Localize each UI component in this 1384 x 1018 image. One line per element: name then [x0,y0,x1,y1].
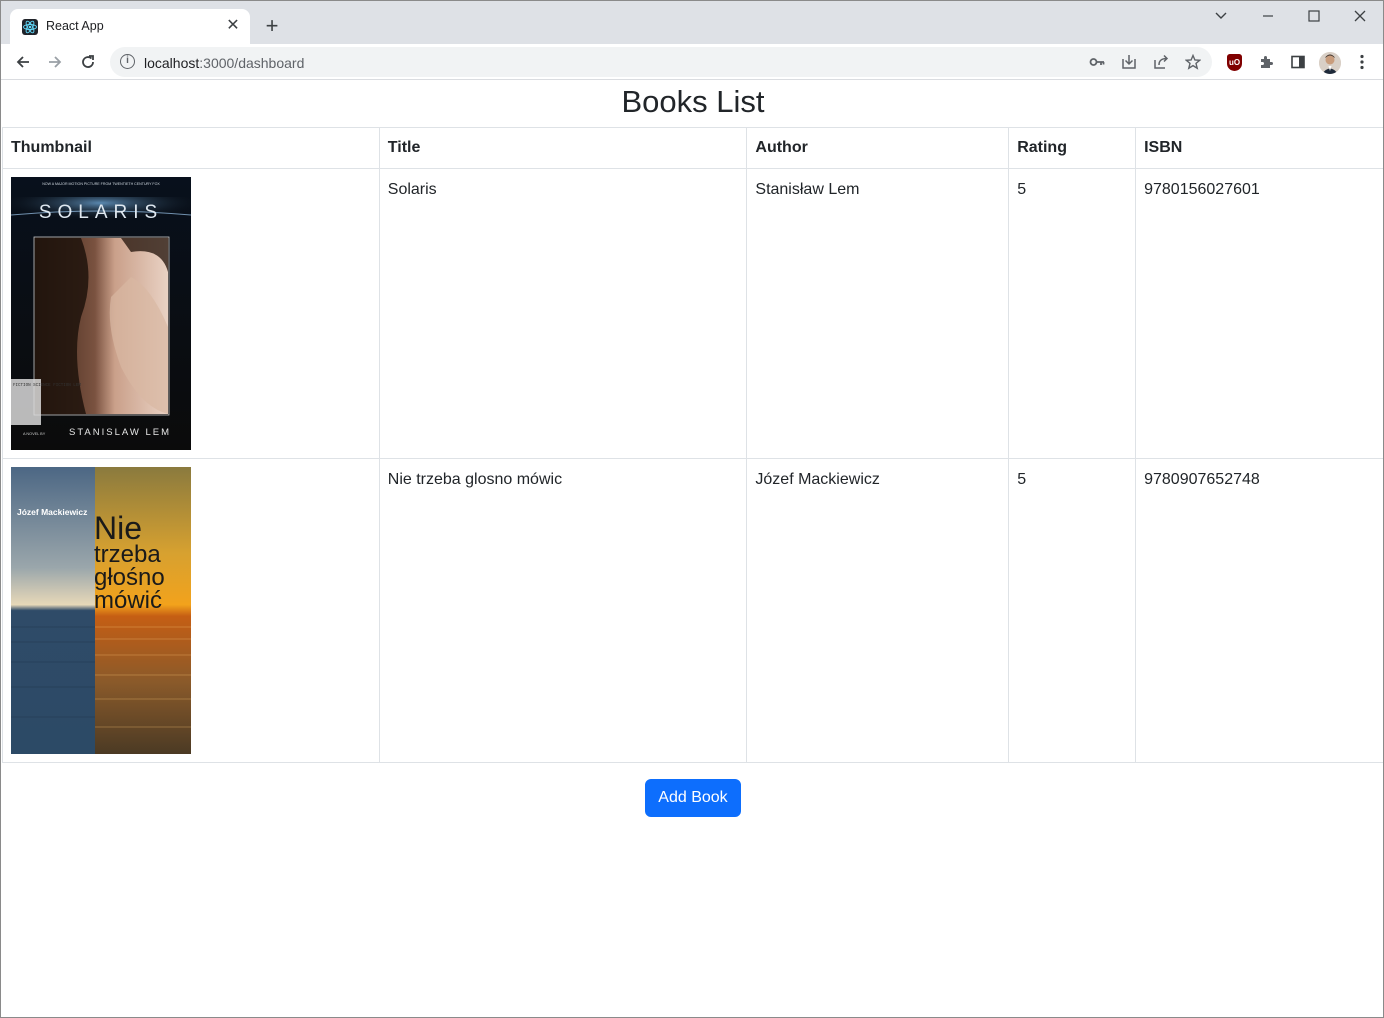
browser-window: React App ✕ + i localhost:3000/dashboard… [0,0,1384,1018]
tab-close-icon[interactable]: ✕ [224,17,242,35]
browser-tab[interactable]: React App ✕ [10,9,250,44]
isbn-cell: 9780907652748 [1135,458,1383,763]
url-host: localhost [144,55,200,71]
isbn-cell: 9780156027601 [1135,168,1383,459]
tab-title: React App [46,19,104,33]
side-panel-icon[interactable] [1286,50,1310,74]
table-row: NOW A MAJOR MOTION PICTURE FROM TWENTIET… [2,168,1383,459]
column-header-author: Author [746,127,1010,169]
react-favicon-icon [22,19,38,35]
url-text[interactable]: localhost:3000/dashboard [144,55,304,71]
cover-line-4: mówić [94,587,162,614]
book-cover-solaris: NOW A MAJOR MOTION PICTURE FROM TWENTIET… [11,177,191,450]
column-header-title: Title [378,127,748,169]
dashboard-page: Books List Thumbnail Title Author Rating… [2,81,1383,1017]
title-cell: Solaris [378,168,748,459]
add-book-button[interactable]: Add Book [645,779,741,817]
install-icon[interactable] [1119,52,1139,72]
thumbnail-cell: Józef Mackiewicz Nie trzeba głośno mówić [2,458,380,763]
book-cover-nie-trzeba: Józef Mackiewicz Nie trzeba głośno mówić [11,467,191,754]
page-title: Books List [621,84,765,119]
cover-library-label: FICTION SCIENCE FICTION LEM [13,384,81,388]
share-icon[interactable] [1151,52,1171,72]
column-header-thumbnail: Thumbnail [2,127,380,169]
rating-cell: 5 [1008,458,1137,763]
cover-top-text: NOW A MAJOR MOTION PICTURE FROM TWENTIET… [42,182,160,186]
close-window-icon[interactable] [1340,5,1380,27]
rating-cell: 5 [1008,168,1137,459]
site-info-icon[interactable]: i [120,54,135,69]
extensions-puzzle-icon[interactable] [1254,50,1278,74]
bookmark-star-icon[interactable] [1183,52,1203,72]
forward-icon[interactable] [43,50,67,74]
menu-kebab-icon[interactable] [1350,50,1374,74]
table-row: Józef Mackiewicz Nie trzeba głośno mówić… [2,458,1383,763]
cover-byline: A NOVEL BY [23,432,46,436]
author-cell: Stanisław Lem [746,168,1010,459]
profile-avatar[interactable] [1319,52,1341,74]
cover-author-nie: Józef Mackiewicz [17,507,87,517]
maximize-icon[interactable] [1294,5,1334,27]
url-path: :3000/dashboard [199,55,305,71]
key-icon[interactable] [1087,52,1107,72]
thumbnail-cell: NOW A MAJOR MOTION PICTURE FROM TWENTIET… [2,168,380,459]
author-cell: Józef Mackiewicz [746,458,1010,763]
tab-search-icon[interactable] [1201,5,1241,27]
title-cell: Nie trzeba glosno mówic [378,458,748,763]
reload-icon[interactable] [76,50,100,74]
browser-toolbar: i localhost:3000/dashboard uO [1,44,1383,80]
ublock-origin-icon[interactable]: uO [1227,54,1242,71]
tab-strip: React App ✕ + [1,1,1383,44]
back-icon[interactable] [11,50,35,74]
table-header-row: Thumbnail Title Author Rating ISBN [2,127,1383,169]
books-table: Thumbnail Title Author Rating ISBN NOW A… [2,127,1383,763]
cover-author-solaris: STANISLAW LEM [69,427,171,438]
address-bar[interactable]: i localhost:3000/dashboard [110,47,1212,77]
column-header-isbn: ISBN [1135,127,1383,169]
cover-title-solaris: SOLARIS [39,202,163,223]
minimize-icon[interactable] [1248,5,1288,27]
new-tab-icon[interactable]: + [260,14,284,38]
column-header-rating: Rating [1008,127,1137,169]
